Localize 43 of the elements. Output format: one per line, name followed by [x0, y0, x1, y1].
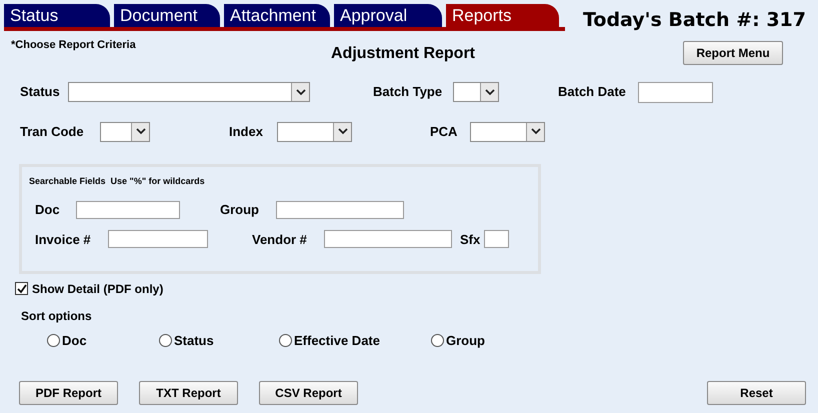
checkbox-label: Show Detail (PDF only) — [32, 280, 164, 298]
tab[interactable]: Document — [114, 4, 220, 27]
radio-label: Status — [174, 332, 214, 350]
radio-label: Effective Date — [294, 332, 380, 350]
report-button[interactable]: PDF Report — [19, 381, 118, 405]
criteria-hint: *Choose Report Criteria — [11, 38, 137, 52]
input-field[interactable] — [76, 200, 180, 219]
input-field[interactable] — [276, 200, 404, 219]
field-label: PCA — [430, 122, 458, 141]
field-label: Doc — [35, 201, 61, 219]
radio-label: Doc — [62, 332, 87, 350]
dropdown[interactable] — [453, 82, 499, 102]
field-label: Index — [229, 122, 264, 141]
reset-button[interactable]: Reset — [707, 381, 806, 405]
panel-heading: Searchable Fields Use "%" for wildcards — [29, 174, 206, 188]
field-label: Status — [20, 83, 61, 102]
tab[interactable]: Approval — [334, 4, 442, 27]
report-button[interactable]: CSV Report — [259, 381, 358, 405]
input-field[interactable] — [638, 82, 713, 102]
radio-button[interactable] — [159, 334, 172, 347]
input-field[interactable] — [324, 230, 452, 248]
batch-number: Today's Batch #: 317 — [582, 8, 806, 33]
tab[interactable]: Reports — [446, 4, 559, 27]
input-field[interactable] — [484, 230, 509, 248]
field-label: Batch Type — [373, 83, 444, 102]
sort-heading: Sort options — [21, 308, 92, 324]
report-menu-button[interactable]: Report Menu — [683, 40, 783, 64]
field-label: Sfx — [460, 230, 482, 248]
input-field[interactable] — [108, 230, 208, 248]
field-label: Vendor # — [252, 230, 308, 248]
field-label: Tran Code — [20, 122, 85, 141]
radio-label: Group — [446, 332, 485, 350]
field-label: Batch Date — [558, 83, 627, 102]
radio-button[interactable] — [279, 334, 292, 347]
radio-button[interactable] — [431, 334, 444, 347]
tab[interactable]: Status — [4, 4, 110, 27]
checkbox[interactable] — [15, 282, 28, 295]
report-button[interactable]: TXT Report — [139, 381, 238, 405]
radio-button[interactable] — [47, 334, 60, 347]
field-label: Group — [220, 201, 260, 219]
report-title: Adjustment Report — [331, 44, 475, 64]
field-label: Invoice # — [35, 230, 92, 248]
tab[interactable]: Attachment — [224, 4, 330, 27]
